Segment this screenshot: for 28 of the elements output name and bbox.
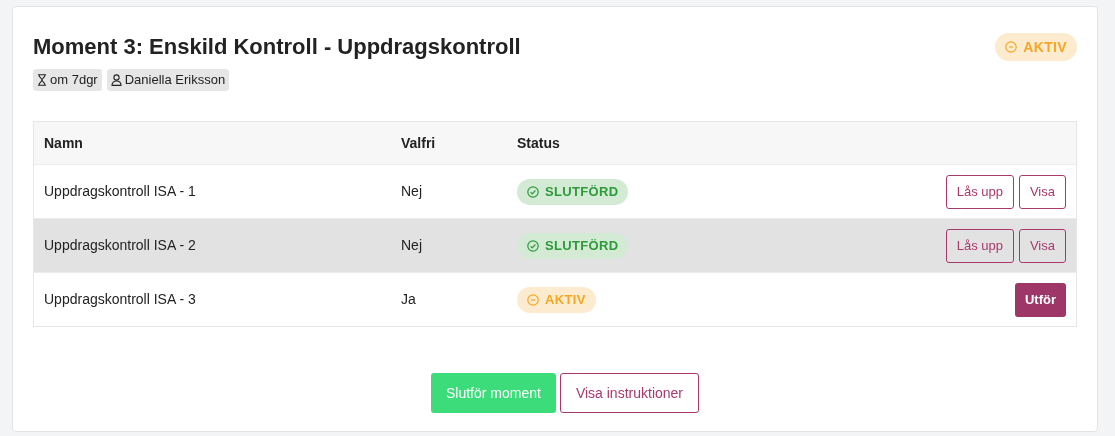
column-header: Status	[517, 133, 560, 153]
check-circle-icon	[527, 239, 539, 252]
page-title: Moment 3: Enskild Kontroll - Uppdragskontroll	[33, 33, 521, 61]
table-cell-text: Uppdragskontroll ISA - 2	[43, 236, 197, 255]
minus-circle-icon	[527, 293, 539, 306]
action-button[interactable]: Visa	[1018, 174, 1066, 209]
table-cell-text: Nej	[401, 182, 423, 201]
table-cell-text: Uppdragskontroll ISA - 3	[43, 290, 197, 309]
status-badge: SLUTFÖRD	[517, 232, 629, 259]
action-button[interactable]: Visa	[1018, 228, 1066, 263]
info-tag: om 7dgr	[33, 69, 102, 91]
action-button[interactable]: Utför	[1014, 282, 1066, 317]
status-badge: AKTIV	[517, 286, 596, 313]
hourglass-icon	[37, 74, 47, 86]
info-tag: Daniella Eriksson	[106, 69, 230, 91]
table-cell-text: Ja	[401, 290, 417, 309]
action-button[interactable]: Lås upp	[945, 228, 1014, 263]
minus-circle-icon	[1005, 41, 1018, 53]
status-badge: SLUTFÖRD	[517, 178, 629, 205]
footer-button[interactable]: Visa instruktioner	[559, 373, 700, 413]
table-cell-text: Nej	[401, 236, 423, 255]
column-header: Namn	[43, 133, 84, 153]
status-badge: AKTIV	[995, 33, 1077, 61]
column-header: Valfri	[401, 133, 437, 153]
table-cell-text: Uppdragskontroll ISA - 1	[43, 182, 197, 201]
action-button[interactable]: Lås upp	[945, 174, 1014, 209]
check-circle-icon	[527, 185, 539, 198]
person-icon	[110, 74, 122, 86]
